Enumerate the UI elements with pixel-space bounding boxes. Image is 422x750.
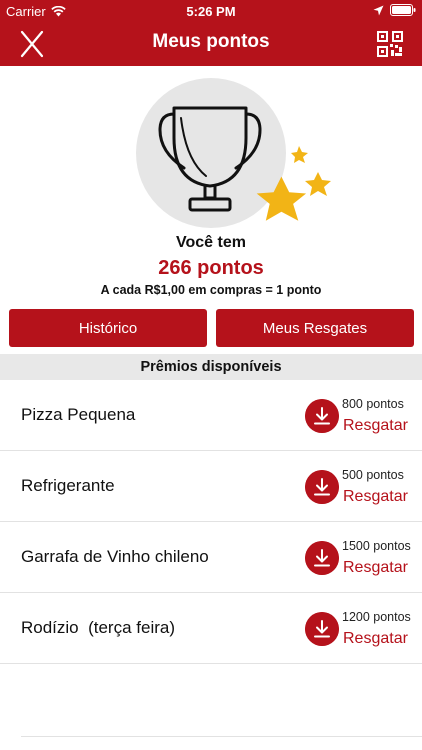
page-title: Meus pontos [152,31,270,52]
points-total: 266 pontos [158,257,264,279]
download-icon[interactable] [305,470,339,504]
prize-row[interactable]: Pizza Pequena 800 pontos Resgatar [0,380,422,451]
you-have-label: Você tem [176,234,246,251]
qr-code-icon[interactable] [376,30,404,58]
prize-cost: 1200 pontos [342,610,411,624]
prize-row[interactable]: Refrigerante 500 pontos Resgatar [0,451,422,522]
prize-cost: 500 pontos [342,468,404,482]
redeem-link[interactable]: Resgatar [343,417,408,435]
status-right [373,4,416,16]
list-bottom-divider [21,736,422,737]
battery-icon [390,4,416,16]
prize-row[interactable]: Garrafa de Vinho chileno 1500 pontos Res… [0,522,422,593]
prize-name: Rodízio (terça feira) [21,618,175,637]
download-icon[interactable] [305,541,339,575]
prize-name: Garrafa de Vinho chileno [21,547,209,566]
prize-row[interactable]: Rodízio (terça feira) 1200 pontos Resgat… [0,593,422,664]
prize-name: Refrigerante [21,476,115,495]
stars-icon [256,146,331,221]
prize-cost: 1500 pontos [342,539,411,553]
redeem-link[interactable]: Resgatar [343,488,408,506]
redeem-link[interactable]: Resgatar [343,630,408,648]
prizes-section-header: Prêmios disponíveis [0,354,422,380]
status-bar: Carrier 5:26 PM [0,0,422,22]
location-arrow-icon [373,5,384,15]
download-icon[interactable] [305,612,339,646]
status-time: 5:26 PM [186,4,236,19]
points-summary: Você tem 266 pontos A cada R$1,00 em com… [0,66,422,306]
history-button[interactable]: Histórico [9,309,207,347]
my-redemptions-button[interactable]: Meus Resgates [216,309,414,347]
prizes-list: Pizza Pequena 800 pontos Resgatar Refrig… [0,380,422,664]
download-icon[interactable] [305,399,339,433]
navigation-bar: Meus pontos [0,22,422,66]
redeem-link[interactable]: Resgatar [343,559,408,577]
points-rule: A cada R$1,00 em compras = 1 ponto [100,283,322,297]
prize-name: Pizza Pequena [21,405,136,424]
prize-cost: 800 pontos [342,397,404,411]
